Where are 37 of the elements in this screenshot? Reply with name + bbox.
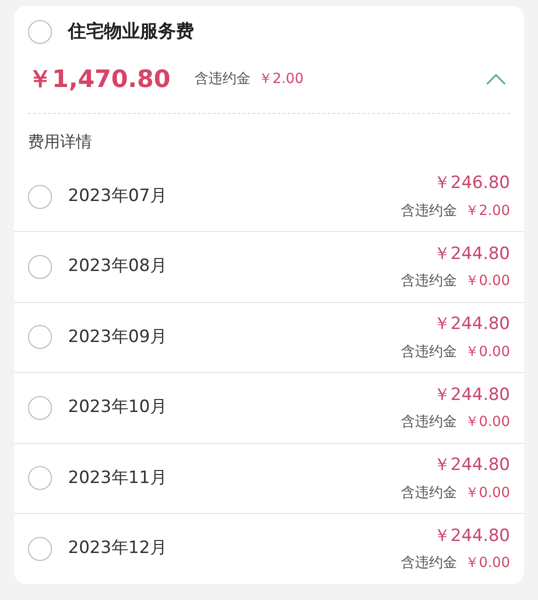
penalty-amount: ￥0.00 <box>464 554 510 574</box>
amount: ￥246.80 <box>434 172 510 196</box>
amount: ￥244.80 <box>434 242 510 266</box>
penalty-label: 含违约金 <box>400 554 457 574</box>
amount: ￥244.80 <box>434 524 510 548</box>
penalty-label: 含违约金 <box>400 484 457 502</box>
penalty-label: 含违约金 <box>400 202 457 221</box>
penalty-amount: ￥0.00 <box>464 272 510 292</box>
penalty-amount: ￥0.00 <box>464 413 510 432</box>
bill-title: 住宅物业服务费 <box>68 20 194 44</box>
month-label: 2023年12月 <box>68 537 167 560</box>
penalty-amount: ￥0.00 <box>464 342 510 362</box>
penalty-amount: ￥2.00 <box>464 202 510 221</box>
amount: ￥244.80 <box>434 313 510 336</box>
checkbox[interactable] <box>28 325 52 350</box>
chevron-up-icon[interactable] <box>486 73 506 85</box>
month-label: 2023年09月 <box>68 326 167 349</box>
checkbox[interactable] <box>28 20 52 44</box>
month-label: 2023年08月 <box>68 255 167 278</box>
section-label: 费用详情 <box>27 131 93 153</box>
checkbox[interactable] <box>28 537 52 562</box>
penalty-label: 含违约金 <box>194 70 250 88</box>
penalty-label: 含违约金 <box>400 413 457 432</box>
penalty-amount: ￥0.00 <box>464 484 510 502</box>
penalty-amount: ￥2.00 <box>258 70 304 88</box>
penalty-label: 含违约金 <box>400 272 457 292</box>
amount: ￥244.80 <box>434 454 510 477</box>
checkbox[interactable] <box>28 255 52 280</box>
month-label: 2023年07月 <box>68 184 167 208</box>
month-label: 2023年11月 <box>68 466 167 490</box>
amount: ￥244.80 <box>434 384 510 407</box>
total-amount: ￥1,470.80 <box>28 64 170 95</box>
checkbox[interactable] <box>28 466 52 490</box>
penalty-label: 含违约金 <box>400 342 457 362</box>
month-label: 2023年10月 <box>68 396 167 420</box>
checkbox[interactable] <box>28 184 52 209</box>
checkbox[interactable] <box>28 396 52 420</box>
